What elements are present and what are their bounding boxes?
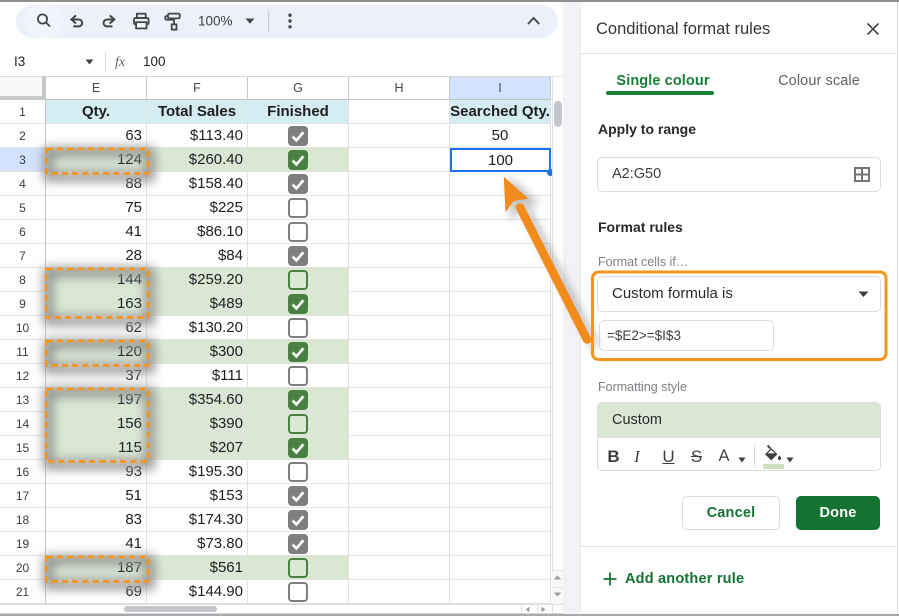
svg-text:100%: 100% xyxy=(198,14,233,29)
